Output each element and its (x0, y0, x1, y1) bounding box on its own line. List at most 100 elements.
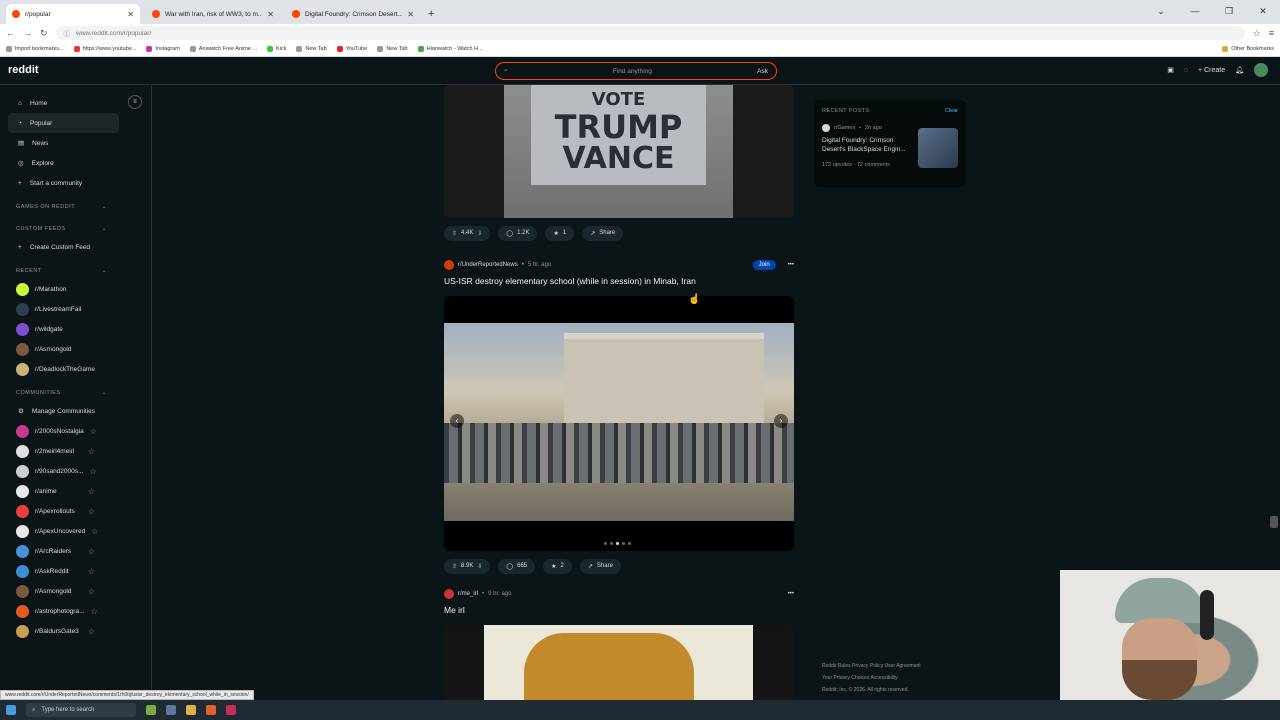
sidebar-community-item[interactable]: r/2meirl4meirl ☆ (0, 441, 151, 461)
windows-start-icon[interactable] (6, 705, 16, 715)
chat-icon[interactable]: ◌ (1184, 67, 1188, 74)
close-tab-icon[interactable]: ✕ (127, 10, 134, 19)
award-button[interactable]: ★ 2 (543, 558, 572, 574)
close-tab-icon[interactable]: ✕ (267, 10, 274, 19)
bookmark-item[interactable]: New Tab (296, 46, 327, 52)
firefox-icon[interactable] (206, 705, 216, 715)
post-title[interactable]: US-ISR destroy elementary school (while … (444, 276, 794, 286)
recent-post-thumbnail[interactable] (918, 128, 958, 168)
sidebar-community-item[interactable]: r/BaldursGate3 ☆ (0, 621, 151, 641)
ask-button[interactable]: Ask (757, 68, 768, 75)
manage-communities[interactable]: ⚙ Manage Communities (0, 401, 151, 421)
gallery-next-icon[interactable]: › (774, 414, 788, 428)
gallery-prev-icon[interactable]: ‹ (450, 414, 464, 428)
sidebar-community-item[interactable]: r/DeadlockTheGame (0, 359, 151, 379)
sidebar-item-news[interactable]: ▤ News (0, 133, 151, 153)
maximize-icon[interactable]: ❐ (1212, 6, 1246, 17)
sidebar-community-item[interactable]: r/ApexUncovered ☆ (0, 521, 151, 541)
browser-tab[interactable]: War with Iran, risk of WW3, to m... ✕ (146, 4, 280, 24)
favorite-star-icon[interactable]: ☆ (88, 487, 95, 496)
reddit-logo[interactable]: reddit (8, 64, 39, 76)
footer-links-row[interactable]: Your Privacy Choices Accessibility (822, 672, 982, 684)
sidebar-community-item[interactable]: r/ArcRaiders ☆ (0, 541, 151, 561)
bookmark-item[interactable]: New Tab (377, 46, 408, 52)
award-button[interactable]: ★ 1 (545, 225, 575, 241)
sidebar-item-explore[interactable]: ◎ Explore (0, 153, 151, 173)
sidebar-community-item[interactable]: r/2000sNostalgia ☆ (0, 421, 151, 441)
sidebar-community-item[interactable]: r/wildgate (0, 319, 151, 339)
avatar[interactable] (1254, 63, 1268, 77)
favorite-star-icon[interactable]: ☆ (91, 527, 98, 536)
create-button[interactable]: + Create (1198, 67, 1225, 74)
app-icon[interactable] (226, 705, 236, 715)
post-title[interactable]: Me irl (444, 605, 794, 615)
sidebar-community-item[interactable]: r/90sand2000s... ☆ (0, 461, 151, 481)
recent-section-header[interactable]: RECENT ⌄ (0, 263, 151, 279)
join-button[interactable]: Join (752, 260, 776, 270)
subreddit-avatar[interactable] (444, 589, 454, 599)
tab-list-icon[interactable]: ⌄ (1144, 6, 1178, 17)
share-button[interactable]: ↗ Share (579, 558, 621, 574)
sidebar-community-item[interactable]: r/AskReddit ☆ (0, 561, 151, 581)
minimize-icon[interactable]: — (1178, 6, 1212, 16)
communities-section-header[interactable]: COMMUNITIES ⌄ (0, 385, 151, 401)
close-tab-icon[interactable]: ✕ (407, 10, 414, 19)
browser-tab[interactable]: r/popular ✕ (6, 4, 140, 24)
search-bar[interactable]: ⌕ Find anything Ask (495, 62, 777, 80)
more-options-icon[interactable]: ••• (788, 591, 794, 597)
favorite-star-icon[interactable]: ☆ (88, 627, 95, 636)
favorite-star-icon[interactable]: ☆ (88, 447, 95, 456)
notifications-icon[interactable]: 🔔︎ (1235, 66, 1244, 74)
favorite-star-icon[interactable]: ☆ (88, 507, 95, 516)
collapse-sidebar-icon[interactable]: ≡ (128, 95, 142, 109)
bookmark-item[interactable]: Kick (266, 46, 286, 52)
site-info-icon[interactable]: ⓘ (64, 28, 71, 38)
task-view-icon[interactable] (166, 705, 176, 715)
favorite-star-icon[interactable]: ☆ (90, 427, 97, 436)
sidebar-item-start-community[interactable]: + Start a community (0, 173, 151, 193)
post-media-image[interactable]: VOTE TRUMP VANCE (444, 85, 794, 218)
sidebar-community-item[interactable]: r/astrophotogra... ☆ (0, 601, 151, 621)
search-input[interactable]: Find anything (508, 68, 758, 75)
subreddit-link[interactable]: r/me_irl (458, 591, 478, 597)
custom-feeds-section-header[interactable]: CUSTOM FEEDS ⌄ (0, 221, 151, 237)
subreddit-link[interactable]: r/UnderReportedNews (458, 262, 518, 268)
back-icon[interactable]: ← (6, 28, 15, 38)
games-section-header[interactable]: GAMES ON REDDIT ⌄ (0, 199, 151, 215)
post-media-gallery[interactable]: ‹ › (444, 296, 794, 551)
sidebar-community-item[interactable]: r/Asmongold ☆ (0, 581, 151, 601)
subreddit-link[interactable]: r/Games (834, 125, 855, 131)
menu-icon[interactable]: ≡ (1269, 28, 1274, 38)
favorite-star-icon[interactable]: ☆ (91, 607, 98, 616)
bookmark-item[interactable]: Hianwatch - Watch H... (417, 46, 483, 52)
bookmark-item[interactable]: YouTube (336, 46, 367, 52)
close-window-icon[interactable]: ✕ (1246, 6, 1280, 17)
bookmark-item[interactable]: https://www.youtube... (73, 46, 136, 52)
sidebar-community-item[interactable]: r/LivestreamFail (0, 299, 151, 319)
vote-buttons[interactable]: ⇧ 8.9K ⇩ (444, 558, 491, 574)
comments-button[interactable]: ◯ 665 (498, 558, 536, 574)
favorite-star-icon[interactable]: ☆ (88, 567, 95, 576)
sidebar-community-item[interactable]: r/Apexrollouts ☆ (0, 501, 151, 521)
advertise-icon[interactable]: ▣ (1167, 66, 1174, 74)
comments-button[interactable]: ◯ 1.2K (498, 225, 538, 241)
share-button[interactable]: ↗ Share (582, 225, 624, 241)
bookmark-item[interactable]: Import bookmarks... (6, 46, 64, 52)
widget-icon[interactable] (146, 705, 156, 715)
file-explorer-icon[interactable] (186, 705, 196, 715)
bookmark-item[interactable]: Instagram (146, 46, 180, 52)
new-tab-icon[interactable]: + (428, 8, 434, 20)
footer-links-row[interactable]: Reddit Rules Privacy Policy User Agreeme… (822, 660, 982, 672)
recent-post-title[interactable]: Digital Foundry: Crimson Desert's BlackS… (822, 136, 914, 154)
sidebar-community-item[interactable]: r/Marathon (0, 279, 151, 299)
forward-icon[interactable]: → (23, 28, 32, 38)
sidebar-community-item[interactable]: r/Asmongold (0, 339, 151, 359)
sidebar-item-popular[interactable]: ◔ Popular (8, 113, 119, 133)
favorite-star-icon[interactable]: ☆ (88, 587, 95, 596)
sidebar-community-item[interactable]: r/anime ☆ (0, 481, 151, 501)
scrollbar-thumb[interactable] (1270, 516, 1278, 528)
vote-buttons[interactable]: ⇧ 4.4K ⇩ (444, 225, 491, 241)
bookmark-item[interactable]: Aniwatch Free Anime ... (189, 46, 257, 52)
bookmark-star-icon[interactable]: ☆ (1253, 28, 1261, 39)
subreddit-avatar[interactable] (444, 260, 454, 270)
